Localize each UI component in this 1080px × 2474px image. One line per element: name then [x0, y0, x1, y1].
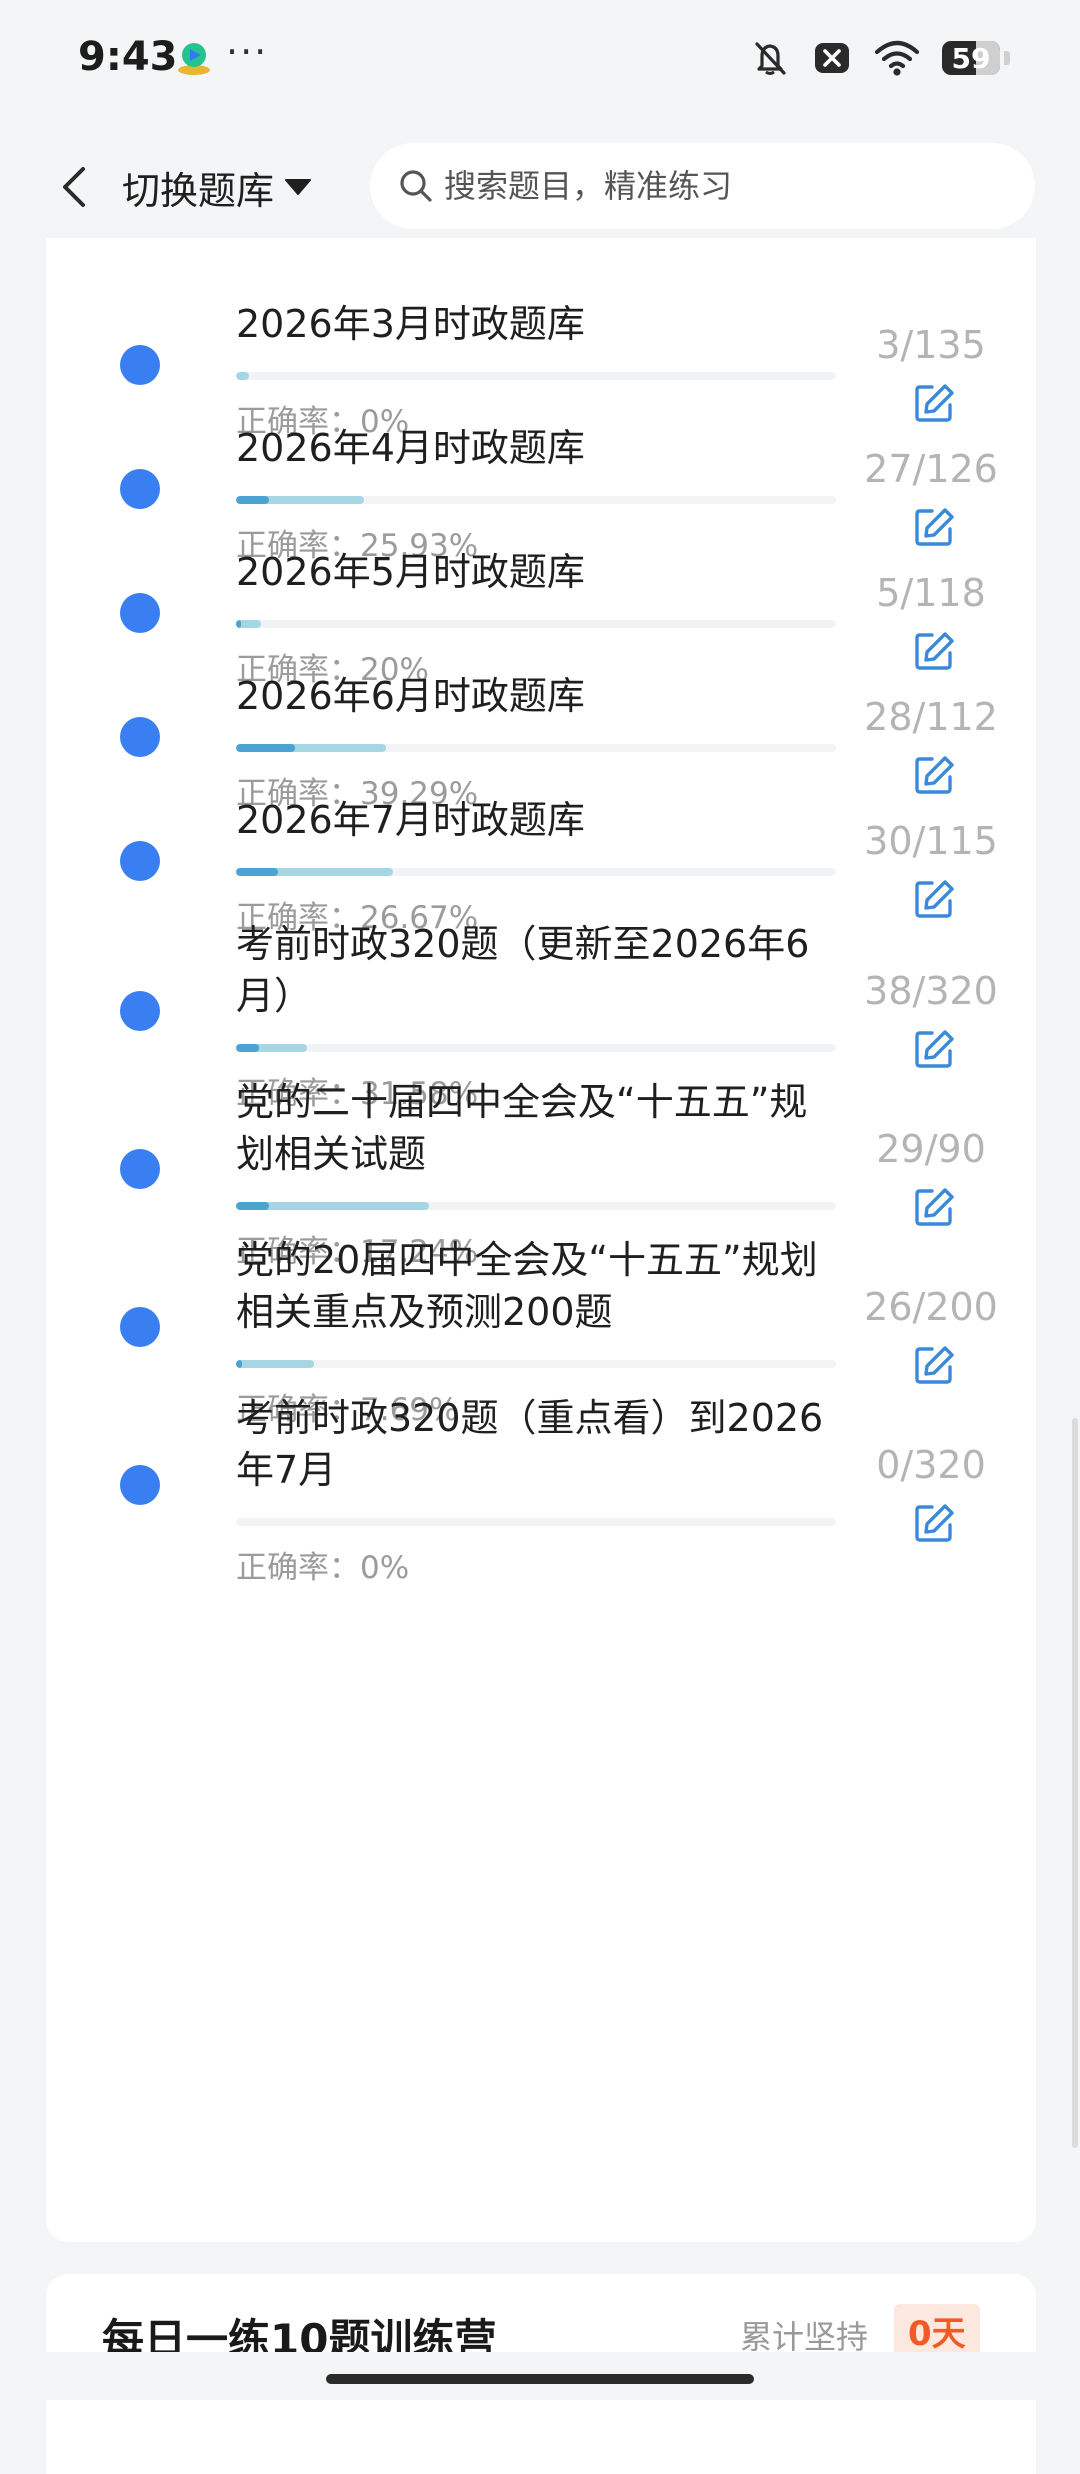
switch-question-bank-button[interactable]: 切换题库 [122, 155, 312, 219]
back-button[interactable] [44, 155, 104, 219]
bullet-dot [120, 1307, 160, 1347]
progress-bar [236, 620, 836, 628]
question-bank-title: 2026年7月时政题库 [236, 798, 585, 842]
progress-bar [236, 1518, 836, 1526]
correct-bar-fill [236, 868, 278, 876]
top-nav-bar: 切换题库 [0, 125, 1080, 250]
progress-count: 3/135 [876, 323, 986, 367]
progress-bar [236, 1360, 836, 1368]
progress-count: 0/320 [876, 1443, 986, 1487]
wifi-icon [874, 40, 920, 76]
progress-bar-fill [236, 372, 250, 380]
accuracy-text: 正确率：0% [236, 1542, 409, 1587]
accuracy-value: 0% [360, 1550, 410, 1586]
correct-bar-fill [236, 620, 242, 628]
search-icon [400, 170, 432, 202]
correct-bar-fill [236, 744, 295, 752]
correct-bar-fill [236, 496, 270, 504]
more-notifications-icon: ··· [226, 30, 269, 74]
question-bank-list: 2026年3月时政题库 正确率：0% 3/135 2026年4月时政题库 正确率：25.… [46, 238, 1036, 2242]
bullet-dot [120, 717, 160, 757]
search-input[interactable] [442, 166, 1006, 206]
edit-practice-icon[interactable] [912, 381, 956, 425]
accuracy-label: 正确率： [236, 1550, 360, 1586]
bullet-dot [120, 593, 160, 633]
home-indicator[interactable] [326, 2374, 754, 2384]
question-bank-title: 2026年5月时政题库 [236, 550, 585, 594]
mute-icon [755, 42, 786, 75]
edit-practice-icon[interactable] [912, 505, 956, 549]
bullet-dot [120, 345, 160, 385]
progress-count: 38/320 [864, 969, 998, 1013]
video-app-icon [178, 43, 210, 75]
status-time: 9:43 [78, 34, 178, 80]
progress-count: 29/90 [876, 1127, 986, 1171]
edit-practice-icon[interactable] [912, 1501, 956, 1545]
progress-count: 27/126 [864, 447, 998, 491]
caret-down-icon [285, 179, 312, 195]
progress-bar [236, 868, 836, 876]
progress-bar-fill [236, 1360, 314, 1368]
back-arrow-icon [63, 167, 85, 207]
progress-count: 30/115 [864, 819, 998, 863]
edit-practice-icon[interactable] [912, 753, 956, 797]
edit-practice-icon[interactable] [912, 1185, 956, 1229]
scrollbar-thumb[interactable] [1072, 1418, 1078, 2148]
progress-count: 5/118 [876, 571, 986, 615]
question-bank-title: 2026年6月时政题库 [236, 674, 585, 718]
correct-bar-fill [236, 1044, 259, 1052]
switch-question-bank-label: 切换题库 [122, 168, 275, 213]
question-bank-title: 党的二十届四中全会及“十五五”规划相关试题 [236, 1080, 808, 1176]
progress-bar [236, 496, 836, 504]
progress-bar [236, 1044, 836, 1052]
progress-bar [236, 1202, 836, 1210]
bullet-dot [120, 1149, 160, 1189]
close-notification-icon [815, 43, 849, 73]
edit-practice-icon[interactable] [912, 629, 956, 673]
question-bank-title: 考前时政320题（重点看）到2026年7月 [236, 1396, 824, 1492]
status-bar: 9:43 ··· 59 [0, 0, 1080, 125]
correct-bar-fill [236, 1360, 242, 1368]
bullet-dot [120, 469, 160, 509]
progress-bar [236, 744, 836, 752]
battery-indicator: 59 [942, 41, 1010, 75]
bullet-dot [120, 841, 160, 881]
edit-practice-icon[interactable] [912, 877, 956, 921]
edit-practice-icon[interactable] [912, 1343, 956, 1387]
question-bank-title: 2026年3月时政题库 [236, 302, 585, 346]
progress-bar [236, 372, 836, 380]
progress-count: 26/200 [864, 1285, 998, 1329]
bullet-dot [120, 991, 160, 1031]
battery-level: 59 [951, 42, 991, 75]
question-bank-title: 党的20届四中全会及“十五五”规划相关重点及预测200题 [236, 1238, 818, 1334]
question-bank-item[interactable]: 考前时政320题（重点看）到2026年7月正确率：0% 0/320 [46, 1392, 1036, 1630]
bullet-dot [120, 1465, 160, 1505]
correct-bar-fill [236, 1202, 270, 1210]
question-bank-title: 2026年4月时政题库 [236, 426, 585, 470]
question-bank-title: 考前时政320题（更新至2026年6月） [236, 922, 810, 1018]
search-bar[interactable] [370, 143, 1035, 229]
progress-count: 28/112 [864, 695, 998, 739]
edit-practice-icon[interactable] [912, 1027, 956, 1071]
streak-badge: 0天 [894, 2304, 980, 2357]
